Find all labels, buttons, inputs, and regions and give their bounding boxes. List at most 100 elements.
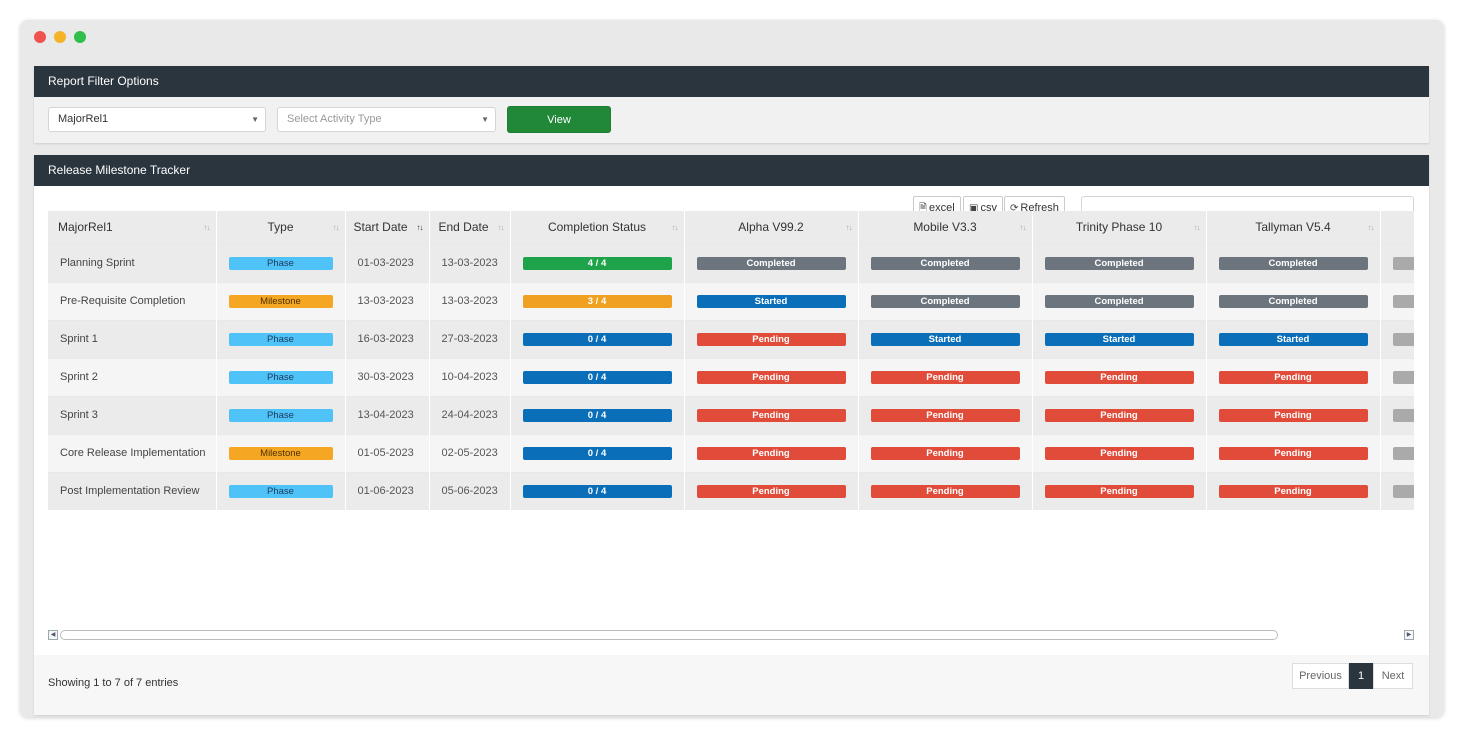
page-1-button[interactable]: 1 xyxy=(1349,663,1373,689)
type-cell: Milestone xyxy=(216,281,346,320)
filter-row: MajorRel1 ▼ Select Activity Type ▼ View xyxy=(34,97,1429,143)
completion-status-badge: 3 / 4 xyxy=(522,294,672,308)
table-row[interactable]: Sprint 3 Phase 13-04-2023 24-04-2023 0 / 4 Pe… xyxy=(48,395,1414,434)
project-status-cell: Pending xyxy=(1032,471,1207,510)
completion-status-badge: 0 / 4 xyxy=(522,446,672,460)
table-row[interactable]: Planning Sprint Phase 01-03-2023 13-03-2023… xyxy=(48,243,1414,282)
partial-status-badge xyxy=(1392,256,1414,270)
column-header[interactable]: Alpha V99.2 ↑↓ xyxy=(684,211,859,244)
status-badge: Started xyxy=(870,332,1020,346)
completion-cell: 0 / 4 xyxy=(510,471,685,510)
status-badge: Pending xyxy=(870,484,1020,498)
end-date-cell: 10-04-2023 xyxy=(429,357,511,396)
table-row[interactable]: Core Release Implementation Milestone 01-0… xyxy=(48,433,1414,472)
scroll-left-icon[interactable]: ◀ xyxy=(48,630,58,640)
release-select-value: MajorRel1 xyxy=(58,113,109,125)
activity-name-cell: Planning Sprint xyxy=(48,243,217,282)
next-page-button[interactable]: Next xyxy=(1373,663,1413,689)
table-row[interactable]: Pre-Requisite Completion Milestone 13-03-2… xyxy=(48,281,1414,320)
table-row[interactable]: Post Implementation Review Phase 01-06-202… xyxy=(48,471,1414,510)
column-header-label: MajorRel1 xyxy=(58,220,113,235)
column-header[interactable]: Start Date ↑↓ xyxy=(345,211,430,244)
close-window-icon[interactable] xyxy=(34,31,46,43)
status-badge: Pending xyxy=(1044,408,1194,422)
status-badge: Pending xyxy=(870,370,1020,384)
activity-name-cell: Sprint 3 xyxy=(48,395,217,434)
type-badge: Phase xyxy=(228,332,333,346)
completion-cell: 0 / 4 xyxy=(510,433,685,472)
project-status-cell: Pending xyxy=(684,357,859,396)
completion-status-badge: 0 / 4 xyxy=(522,332,672,346)
type-cell: Milestone xyxy=(216,433,346,472)
column-header-label: Mobile V3.3 xyxy=(913,220,977,235)
release-select[interactable]: MajorRel1 ▼ xyxy=(48,107,266,132)
activity-name-cell: Post Implementation Review xyxy=(48,471,217,510)
completion-status-badge: 0 / 4 xyxy=(522,408,672,422)
column-header[interactable]: MajorRel1 ↑↓ xyxy=(48,211,217,244)
project-status-cell: Pending xyxy=(1206,357,1381,396)
status-badge: Completed xyxy=(1218,294,1368,308)
partial-column-cell xyxy=(1380,395,1414,434)
column-header-partial[interactable] xyxy=(1380,211,1414,244)
status-badge: Pending xyxy=(870,446,1020,460)
chevron-down-icon: ▼ xyxy=(251,115,259,124)
filter-panel-title: Report Filter Options xyxy=(34,66,1429,97)
type-cell: Phase xyxy=(216,471,346,510)
activity-type-placeholder: Select Activity Type xyxy=(287,113,382,125)
milestone-table-wrap: MajorRel1 ↑↓ Type ↑↓ Start Date ↑↓ End Date… xyxy=(48,211,1414,511)
column-header[interactable]: Tallyman V5.4 ↑↓ xyxy=(1206,211,1381,244)
type-cell: Phase xyxy=(216,319,346,358)
table-row[interactable]: Sprint 1 Phase 16-03-2023 27-03-2023 0 / 4 Pe… xyxy=(48,319,1414,358)
type-badge: Phase xyxy=(228,408,333,422)
project-status-cell: Completed xyxy=(858,243,1033,282)
sort-icon: ↑↓ xyxy=(1193,223,1201,232)
table-row[interactable]: Sprint 2 Phase 30-03-2023 10-04-2023 0 / 4 Pe… xyxy=(48,357,1414,396)
milestone-table: MajorRel1 ↑↓ Type ↑↓ Start Date ↑↓ End Date… xyxy=(48,211,1414,510)
maximize-window-icon[interactable] xyxy=(74,31,86,43)
column-header[interactable]: Type ↑↓ xyxy=(216,211,346,244)
column-header[interactable]: Completion Status ↑↓ xyxy=(510,211,685,244)
minimize-window-icon[interactable] xyxy=(54,31,66,43)
table-body: Planning Sprint Phase 01-03-2023 13-03-2023… xyxy=(48,243,1414,510)
status-badge: Pending xyxy=(696,446,846,460)
project-status-cell: Completed xyxy=(1206,243,1381,282)
column-header[interactable]: Trinity Phase 10 ↑↓ xyxy=(1032,211,1207,244)
end-date-cell: 02-05-2023 xyxy=(429,433,511,472)
column-header[interactable]: Mobile V3.3 ↑↓ xyxy=(858,211,1033,244)
project-status-cell: Completed xyxy=(1032,243,1207,282)
project-status-cell: Completed xyxy=(684,243,859,282)
sort-icon: ↑↓ xyxy=(671,223,679,232)
column-header-label: Alpha V99.2 xyxy=(738,220,804,235)
project-status-cell: Completed xyxy=(1206,281,1381,320)
chevron-down-icon: ▼ xyxy=(481,115,489,124)
status-badge: Completed xyxy=(696,256,846,270)
status-badge: Pending xyxy=(1218,408,1368,422)
project-status-cell: Pending xyxy=(1206,471,1381,510)
column-header[interactable]: End Date ↑↓ xyxy=(429,211,511,244)
view-button[interactable]: View xyxy=(507,106,611,133)
project-status-cell: Pending xyxy=(858,395,1033,434)
partial-status-badge xyxy=(1392,332,1414,346)
project-status-cell: Pending xyxy=(1206,395,1381,434)
end-date-cell: 24-04-2023 xyxy=(429,395,511,434)
start-date-cell: 13-04-2023 xyxy=(345,395,430,434)
tracker-panel: Release Milestone Tracker 🗎 excel ▣ csv ⟳ R… xyxy=(34,155,1429,715)
sort-icon: ↑↓ xyxy=(1019,223,1027,232)
project-status-cell: Pending xyxy=(684,395,859,434)
previous-page-button[interactable]: Previous xyxy=(1292,663,1349,689)
project-status-cell: Completed xyxy=(1032,281,1207,320)
horizontal-scrollbar[interactable]: ◀ ▶ xyxy=(48,630,1414,640)
partial-column-cell xyxy=(1380,433,1414,472)
activity-type-select[interactable]: Select Activity Type ▼ xyxy=(277,107,496,132)
project-status-cell: Started xyxy=(1206,319,1381,358)
start-date-cell: 01-06-2023 xyxy=(345,471,430,510)
status-badge: Pending xyxy=(1218,370,1368,384)
entries-info: Showing 1 to 7 of 7 entries xyxy=(48,677,179,689)
status-badge: Completed xyxy=(1218,256,1368,270)
project-status-cell: Started xyxy=(1032,319,1207,358)
scroll-right-icon[interactable]: ▶ xyxy=(1404,630,1414,640)
scrollbar-thumb[interactable] xyxy=(60,630,1278,640)
status-badge: Pending xyxy=(696,332,846,346)
activity-name-cell: Sprint 2 xyxy=(48,357,217,396)
project-status-cell: Pending xyxy=(1206,433,1381,472)
